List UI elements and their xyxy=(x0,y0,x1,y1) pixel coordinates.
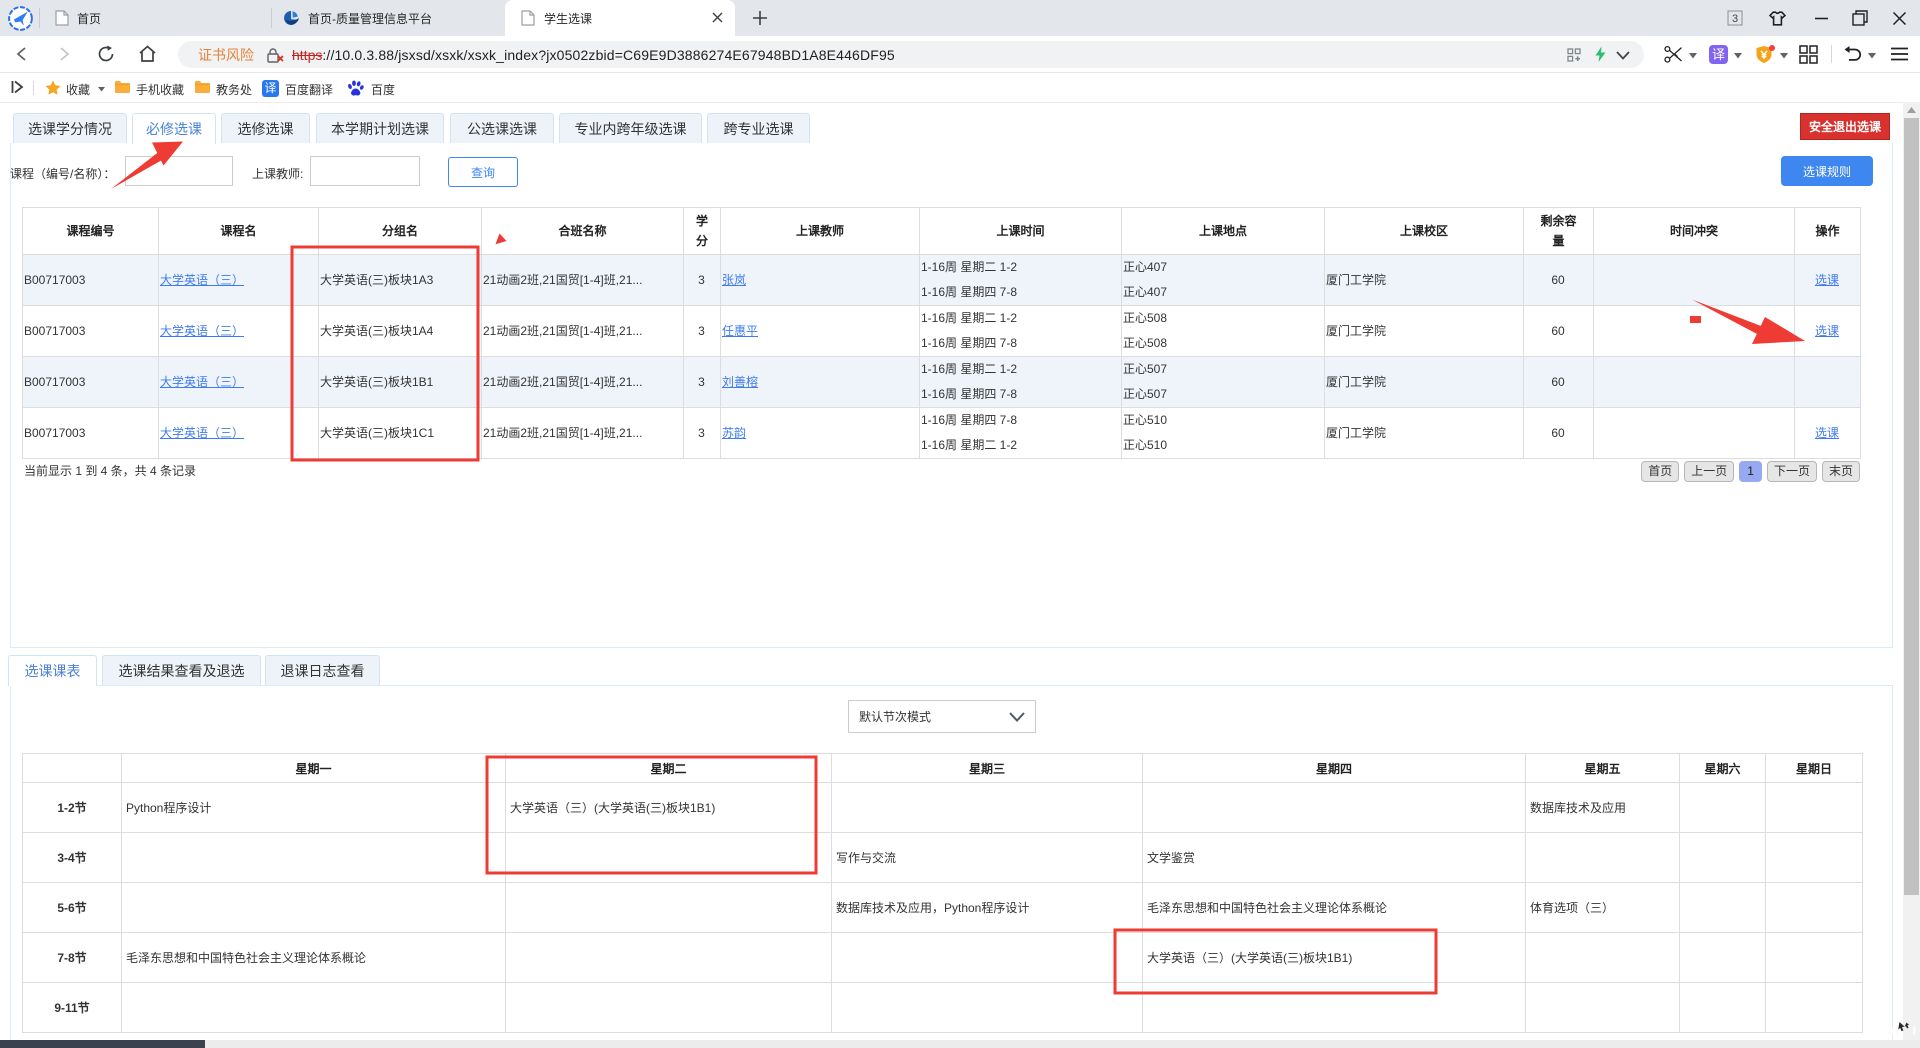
svg-text:3: 3 xyxy=(1731,13,1737,25)
